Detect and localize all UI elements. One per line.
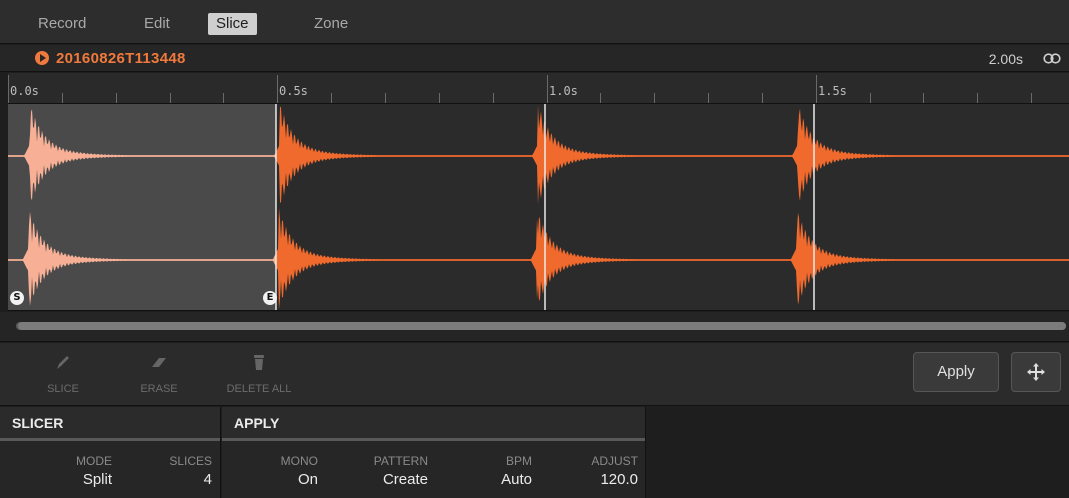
tab-zone[interactable]: Zone bbox=[306, 13, 356, 35]
sample-name: 20160826T113448 bbox=[56, 50, 186, 67]
ruler-tick bbox=[977, 93, 978, 103]
scroll-thumb[interactable] bbox=[18, 322, 1066, 330]
slicer-title: SLICER bbox=[0, 407, 220, 441]
mode-param[interactable]: MODE Split bbox=[52, 454, 112, 488]
ruler-label: 0.5s bbox=[279, 84, 308, 98]
bpm-param[interactable]: BPM Auto bbox=[462, 454, 532, 488]
slice-end-marker[interactable]: E bbox=[263, 291, 277, 305]
pattern-value[interactable]: Create bbox=[342, 471, 428, 488]
erase-tool-label: ERASE bbox=[140, 383, 178, 395]
slicer-section: SLICER MODE Split SLICES 4 bbox=[0, 407, 221, 498]
ruler-tick bbox=[547, 75, 548, 103]
adjust-value[interactable]: 120.0 bbox=[558, 471, 638, 488]
tab-slice[interactable]: Slice bbox=[208, 13, 257, 35]
selected-slice-region[interactable] bbox=[8, 104, 276, 311]
ruler-tick bbox=[654, 93, 655, 103]
pattern-label: PATTERN bbox=[373, 454, 428, 468]
mode-label: MODE bbox=[76, 454, 112, 468]
mono-param[interactable]: MONO On bbox=[252, 454, 318, 488]
ruler-tick bbox=[385, 93, 386, 103]
slice-tool-label: SLICE bbox=[47, 383, 79, 395]
ruler-tick bbox=[816, 75, 817, 103]
pattern-param[interactable]: PATTERN Create bbox=[342, 454, 428, 488]
trash-icon bbox=[254, 355, 264, 370]
erase-tool[interactable]: ERASE bbox=[114, 353, 204, 397]
sample-header: 20160826T113448 2.00s bbox=[0, 45, 1069, 72]
ruler-label: 0.0s bbox=[10, 84, 39, 98]
ruler-tick bbox=[223, 93, 224, 103]
slices-label: SLICES bbox=[169, 454, 212, 468]
move-button[interactable] bbox=[1011, 352, 1061, 392]
mode-value[interactable]: Split bbox=[52, 471, 112, 488]
eraser-icon bbox=[152, 358, 166, 367]
delete-all-tool[interactable]: DELETE ALL bbox=[214, 353, 304, 397]
waveform-display[interactable]: S E bbox=[8, 104, 1069, 311]
ruler-tick bbox=[923, 93, 924, 103]
adjust-label: ADJUST bbox=[591, 454, 638, 468]
mono-label: MONO bbox=[280, 454, 318, 468]
pen-icon bbox=[57, 356, 69, 369]
tab-edit[interactable]: Edit bbox=[136, 13, 178, 35]
bpm-value[interactable]: Auto bbox=[462, 471, 532, 488]
time-ruler[interactable]: 0.0s 0.5s 1.0s 1.5s bbox=[8, 73, 1069, 104]
waveform-channel bbox=[276, 104, 1069, 205]
apply-button[interactable]: Apply bbox=[913, 352, 999, 392]
ruler-tick bbox=[331, 93, 332, 103]
slice-start-marker[interactable]: S bbox=[10, 291, 24, 305]
ruler-tick bbox=[116, 93, 117, 103]
ruler-tick bbox=[8, 75, 9, 103]
parameter-panel: SLICER MODE Split SLICES 4 APPLY MONO On… bbox=[0, 407, 1069, 498]
move-arrows-icon bbox=[1027, 363, 1045, 381]
play-icon[interactable] bbox=[35, 51, 49, 65]
ruler-tick bbox=[870, 93, 871, 103]
ruler-tick bbox=[277, 75, 278, 103]
bpm-label: BPM bbox=[505, 454, 532, 468]
page-tabs: Record Edit Slice Zone bbox=[0, 0, 1069, 44]
waveform-graphic bbox=[8, 104, 1069, 311]
apply-section: APPLY MONO On PATTERN Create BPM Auto AD… bbox=[222, 407, 646, 498]
delete-all-label: DELETE ALL bbox=[226, 383, 292, 395]
ruler-tick bbox=[762, 93, 763, 103]
ruler-tick bbox=[493, 93, 494, 103]
mono-value[interactable]: On bbox=[252, 471, 318, 488]
link-icon[interactable] bbox=[1043, 53, 1061, 64]
sample-length: 2.00s bbox=[988, 51, 1023, 67]
ruler-label: 1.5s bbox=[818, 84, 847, 98]
ruler-label: 1.0s bbox=[549, 84, 578, 98]
slices-param[interactable]: SLICES 4 bbox=[148, 454, 212, 488]
ruler-tick bbox=[600, 93, 601, 103]
ruler-tick bbox=[62, 93, 63, 103]
tab-record[interactable]: Record bbox=[30, 13, 94, 35]
apply-title: APPLY bbox=[222, 407, 645, 441]
ruler-tick bbox=[170, 93, 171, 103]
slice-toolbar: SLICE ERASE DELETE ALL Apply bbox=[0, 343, 1069, 406]
ruler-tick bbox=[439, 93, 440, 103]
waveform-channel bbox=[276, 207, 1069, 310]
slices-value[interactable]: 4 bbox=[148, 471, 212, 488]
ruler-tick bbox=[708, 93, 709, 103]
adjust-param[interactable]: ADJUST 120.0 bbox=[558, 454, 638, 488]
waveform-scrollbar[interactable] bbox=[0, 312, 1069, 342]
ruler-tick bbox=[1031, 93, 1032, 103]
slice-tool[interactable]: SLICE bbox=[18, 353, 108, 397]
